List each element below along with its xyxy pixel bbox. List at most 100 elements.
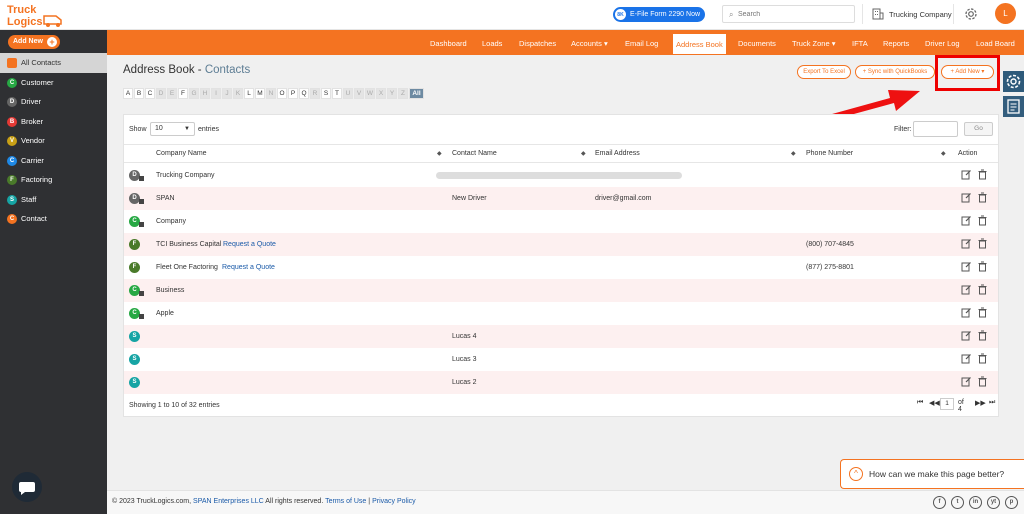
edit-icon[interactable]: [961, 330, 972, 341]
trash-icon[interactable]: [977, 192, 988, 203]
alpha-filter-s[interactable]: S: [321, 88, 331, 99]
col-email-address[interactable]: Email Address: [595, 150, 640, 157]
trash-icon[interactable]: [977, 238, 988, 249]
table-row[interactable]: D SPAN New Driver driver@gmail.com: [124, 187, 998, 210]
trash-icon[interactable]: [977, 215, 988, 226]
nav-dispatches[interactable]: Dispatches: [519, 30, 556, 55]
alpha-filter-e[interactable]: E: [167, 88, 177, 99]
table-row[interactable]: C Business: [124, 279, 998, 302]
chat-widget-button[interactable]: [12, 472, 42, 502]
alpha-filter-j[interactable]: J: [222, 88, 232, 99]
table-row[interactable]: C Company: [124, 210, 998, 233]
filter-input[interactable]: [913, 121, 958, 137]
edit-icon[interactable]: [961, 376, 972, 387]
alpha-filter-x[interactable]: X: [376, 88, 386, 99]
search-input[interactable]: [738, 8, 848, 21]
alpha-filter-w[interactable]: W: [365, 88, 375, 99]
sort-icon[interactable]: ◆: [941, 150, 946, 157]
last-page-icon[interactable]: ⏭: [989, 399, 995, 407]
settings-gear-icon[interactable]: [963, 6, 979, 22]
efile-2290-button[interactable]: 8K E-File Form 2290 Now: [613, 7, 705, 22]
global-search[interactable]: ⌕: [722, 5, 855, 23]
nav-load-board[interactable]: Load Board: [976, 30, 1015, 55]
trash-icon[interactable]: [977, 330, 988, 341]
nav-documents[interactable]: Documents: [738, 30, 776, 55]
trash-icon[interactable]: [977, 307, 988, 318]
pinterest-icon[interactable]: p: [1005, 496, 1018, 509]
alpha-filter-i[interactable]: I: [211, 88, 221, 99]
go-button[interactable]: Go: [964, 122, 993, 136]
first-page-icon[interactable]: ⏮: [917, 399, 923, 407]
alpha-filter-v[interactable]: V: [354, 88, 364, 99]
table-row[interactable]: S Lucas 2: [124, 371, 998, 394]
export-excel-button[interactable]: Export To Excel: [797, 65, 851, 79]
edit-icon[interactable]: [961, 261, 972, 272]
sidebar-item-customer[interactable]: C Customer: [0, 73, 107, 93]
prev-page-icon[interactable]: ◀◀: [929, 399, 940, 407]
edit-icon[interactable]: [961, 169, 972, 180]
request-quote-link[interactable]: Request a Quote: [223, 241, 276, 248]
feedback-widget[interactable]: ^ How can we make this page better?: [840, 459, 1024, 489]
sort-icon[interactable]: ◆: [581, 150, 586, 157]
floating-notes-tab[interactable]: [1003, 96, 1024, 117]
table-row[interactable]: S Lucas 3: [124, 348, 998, 371]
alpha-filter-g[interactable]: G: [189, 88, 199, 99]
linkedin-icon[interactable]: in: [969, 496, 982, 509]
nav-truck-zone[interactable]: Truck Zone ▾: [792, 30, 836, 55]
alpha-filter-o[interactable]: O: [277, 88, 287, 99]
alpha-filter-y[interactable]: Y: [387, 88, 397, 99]
sidebar-item-contact[interactable]: C Contact: [0, 209, 107, 229]
current-page-input[interactable]: 1: [940, 398, 954, 410]
sort-icon[interactable]: ◆: [791, 150, 796, 157]
page-size-select[interactable]: 10 ▼: [150, 122, 195, 136]
table-row[interactable]: D Trucking Company: [124, 164, 998, 187]
request-quote-link[interactable]: Request a Quote: [222, 264, 275, 271]
trash-icon[interactable]: [977, 353, 988, 364]
col-company-name[interactable]: Company Name: [156, 150, 207, 157]
trash-icon[interactable]: [977, 169, 988, 180]
floating-gear-tab[interactable]: [1003, 71, 1024, 92]
alpha-filter-t[interactable]: T: [332, 88, 342, 99]
edit-icon[interactable]: [961, 215, 972, 226]
alpha-filter-u[interactable]: U: [343, 88, 353, 99]
col-contact-name[interactable]: Contact Name: [452, 150, 497, 157]
edit-icon[interactable]: [961, 353, 972, 364]
user-avatar[interactable]: L: [995, 3, 1016, 24]
alpha-filter-r[interactable]: R: [310, 88, 320, 99]
table-row[interactable]: F Fleet One Factoring Request a Quote (877)…: [124, 256, 998, 279]
sidebar-item-all-contacts[interactable]: All Contacts: [0, 53, 107, 73]
trash-icon[interactable]: [977, 261, 988, 272]
edit-icon[interactable]: [961, 284, 972, 295]
alpha-filter-l[interactable]: L: [244, 88, 254, 99]
sidebar-item-staff[interactable]: S Staff: [0, 190, 107, 210]
alpha-filter-p[interactable]: P: [288, 88, 298, 99]
table-row[interactable]: F TCI Business Capital Request a Quote (800…: [124, 233, 998, 256]
facebook-icon[interactable]: f: [933, 496, 946, 509]
sync-quickbooks-button[interactable]: + Sync with QuickBooks: [855, 65, 935, 79]
next-page-icon[interactable]: ▶▶: [975, 399, 986, 407]
table-row[interactable]: C Apple: [124, 302, 998, 325]
nav-reports[interactable]: Reports: [883, 30, 909, 55]
sidebar-item-factoring[interactable]: F Factoring: [0, 170, 107, 190]
alpha-filter-h[interactable]: H: [200, 88, 210, 99]
sidebar-add-new-button[interactable]: Add New +: [8, 35, 60, 49]
terms-link[interactable]: Terms of Use: [325, 498, 366, 505]
col-phone-number[interactable]: Phone Number: [806, 150, 853, 157]
alpha-filter-a[interactable]: A: [123, 88, 133, 99]
privacy-link[interactable]: Privacy Policy: [372, 498, 416, 505]
table-row[interactable]: S Lucas 4: [124, 325, 998, 348]
company-switcher[interactable]: Trucking Company: [862, 4, 954, 24]
alpha-filter-n[interactable]: N: [266, 88, 276, 99]
trash-icon[interactable]: [977, 284, 988, 295]
alpha-filter-all[interactable]: All: [409, 88, 424, 99]
edit-icon[interactable]: [961, 238, 972, 249]
alpha-filter-d[interactable]: D: [156, 88, 166, 99]
sidebar-item-driver[interactable]: D Driver: [0, 92, 107, 112]
alpha-filter-f[interactable]: F: [178, 88, 188, 99]
nav-ifta[interactable]: IFTA: [852, 30, 868, 55]
span-enterprises-link[interactable]: SPAN Enterprises LLC: [193, 498, 264, 505]
alpha-filter-k[interactable]: K: [233, 88, 243, 99]
sidebar-item-vendor[interactable]: V Vendor: [0, 131, 107, 151]
edit-icon[interactable]: [961, 307, 972, 318]
twitter-icon[interactable]: t: [951, 496, 964, 509]
